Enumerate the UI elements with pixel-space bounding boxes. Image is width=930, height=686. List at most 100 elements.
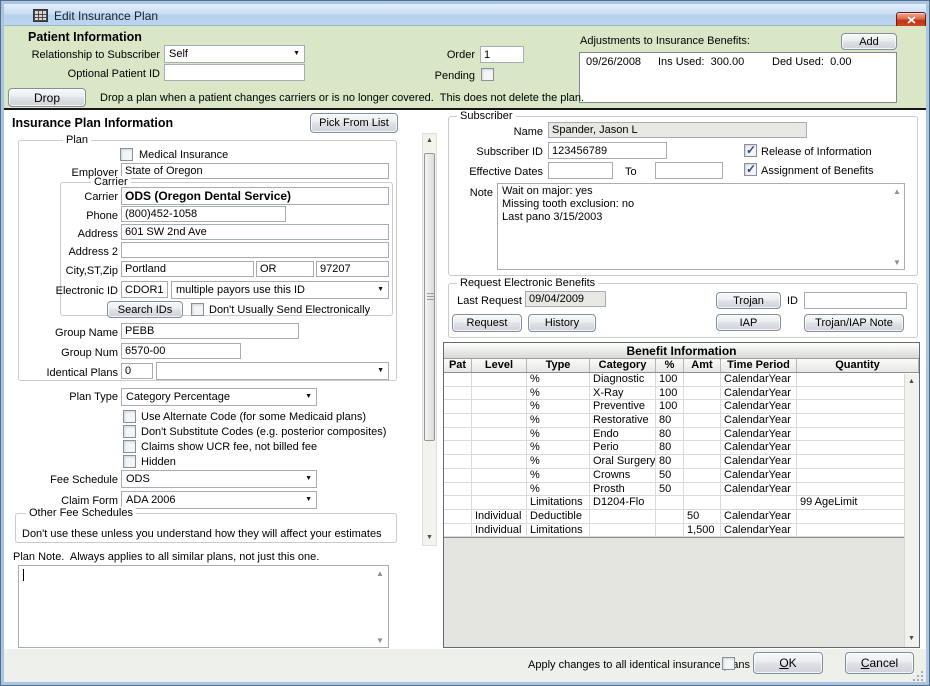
benefit-cell [656,524,684,537]
benefit-row[interactable]: %Diagnostic100CalendarYear [444,373,919,387]
benefit-cell: Individual [472,524,527,537]
assignment-of-benefits-checkbox[interactable] [744,163,757,176]
chevron-down-icon: ▼ [305,475,312,482]
column-header[interactable]: Pat [444,359,472,372]
pending-checkbox[interactable] [481,68,494,81]
benefit-table-scrollbar[interactable]: ▲ ▼ [904,374,919,647]
column-header[interactable]: Type [527,359,590,372]
benefit-row[interactable]: LimitationsD1204-Flo99 AgeLimit [444,496,919,510]
identical-plans-dropdown[interactable]: ▼ [156,362,389,380]
cancel-button[interactable]: Cancel [845,652,914,674]
benefit-cell: CalendarYear [721,400,797,413]
benefit-cell [684,373,721,386]
benefit-cell [472,469,527,482]
pick-from-list-button[interactable]: Pick From List [310,113,398,133]
benefit-row[interactable]: %Perio80CalendarYear [444,441,919,455]
zip-field[interactable] [316,261,389,277]
benefit-cell [444,496,472,509]
to-label: To [625,166,637,178]
column-header[interactable]: Quantity [797,359,919,372]
employer-field[interactable] [121,163,389,179]
address2-field[interactable] [121,242,389,258]
claims-show-ucr-checkbox[interactable] [123,440,136,453]
benefit-row[interactable]: %X-Ray100CalendarYear [444,387,919,401]
request-button[interactable]: Request [452,314,522,332]
column-header[interactable]: % [656,359,684,372]
column-header[interactable]: Category [590,359,656,372]
plan-note-label: Plan Note. Always applies to all similar… [13,551,319,563]
group-name-field[interactable] [121,323,299,339]
relationship-dropdown[interactable]: Self ▼ [164,45,305,63]
apply-changes-checkbox[interactable] [722,657,735,670]
benefit-row[interactable]: %Restorative80CalendarYear [444,414,919,428]
ok-button[interactable]: OK [753,652,823,674]
subscriber-id-field[interactable] [548,142,667,159]
column-header[interactable]: Time Period [721,359,797,372]
benefit-cell [797,455,919,468]
drop-button[interactable]: Drop [8,88,86,107]
history-button[interactable]: History [528,314,596,332]
plan-type-dropdown[interactable]: Category Percentage ▼ [121,388,317,406]
adjustment-list-item[interactable]: 09/26/2008 Ins Used: 300.00 Ded Used: 0.… [580,53,896,70]
scroll-down-icon[interactable]: ▼ [423,531,436,545]
order-field[interactable] [480,46,524,63]
add-button[interactable]: Add [841,33,897,50]
claim-form-dropdown[interactable]: ADA 2006 ▼ [121,491,317,509]
dont-send-electronically-checkbox[interactable] [191,303,204,316]
benefit-cell [472,496,527,509]
benefit-row[interactable]: %Endo80CalendarYear [444,428,919,442]
benefit-row[interactable]: %Crowns50CalendarYear [444,469,919,483]
dont-substitute-codes-checkbox[interactable] [123,425,136,438]
subscriber-note-textarea[interactable]: Wait on major: yes Missing tooth exclusi… [497,183,905,270]
benefit-cell: Diagnostic [590,373,656,386]
address-field[interactable] [121,224,389,240]
plan-note-textarea[interactable] [18,565,389,648]
benefit-row[interactable]: %Oral Surgery80CalendarYear [444,455,919,469]
fee-schedule-dropdown[interactable]: ODS ▼ [121,470,317,488]
benefit-cell [797,400,919,413]
search-ids-button[interactable]: Search IDs [107,301,183,318]
scroll-up-icon[interactable]: ▲ [423,134,436,148]
city-field[interactable] [121,261,254,277]
carrier-field[interactable] [121,187,389,205]
hidden-checkbox[interactable] [123,455,136,468]
scroll-up-icon[interactable]: ▲ [905,375,918,389]
medical-insurance-checkbox[interactable] [120,148,133,161]
benefit-row[interactable]: %Prosth50CalendarYear [444,483,919,497]
benefit-cell [656,496,684,509]
benefit-table-header: PatLevelTypeCategory%AmtTime PeriodQuant… [444,359,919,373]
effective-from-field[interactable] [548,162,613,179]
column-header[interactable]: Level [472,359,527,372]
trojan-id-field[interactable] [804,292,907,309]
use-alternate-code-checkbox[interactable] [123,410,136,423]
identical-plans-field[interactable] [121,363,153,379]
benefit-cell: 50 [656,483,684,496]
resize-grip[interactable] [912,670,924,685]
trojan-iap-note-button[interactable]: Trojan/IAP Note [804,314,904,332]
phone-label: Phone [18,210,118,222]
scroll-down-icon[interactable]: ▼ [893,258,901,267]
optional-patient-id-field[interactable] [164,64,305,81]
scroll-down-icon[interactable]: ▼ [376,636,384,645]
benefit-row[interactable]: IndividualLimitations1,500CalendarYear [444,524,919,538]
release-of-information-checkbox[interactable] [744,144,757,157]
benefit-cell: 100 [656,387,684,400]
scroll-up-icon[interactable]: ▲ [376,569,384,578]
payor-id-dropdown[interactable]: multiple payors use this ID ▼ [171,281,389,299]
phone-field[interactable] [121,206,286,222]
benefit-row[interactable]: IndividualDeductible50CalendarYear [444,510,919,524]
trojan-button[interactable]: Trojan [716,292,781,309]
effective-to-field[interactable] [655,162,723,179]
left-panel-scrollbar[interactable]: ▲ ▼ [422,133,437,546]
group-num-field[interactable] [121,343,241,359]
benefit-row[interactable]: %Preventive100CalendarYear [444,400,919,414]
scroll-down-icon[interactable]: ▼ [905,632,918,646]
benefit-cell: CalendarYear [721,524,797,537]
close-icon [907,16,916,24]
column-header[interactable]: Amt [684,359,721,372]
benefit-cell [684,483,721,496]
iap-button[interactable]: IAP [716,314,781,331]
state-field[interactable] [256,261,314,277]
electronic-id-field[interactable] [121,281,168,298]
scroll-up-icon[interactable]: ▲ [893,187,901,196]
